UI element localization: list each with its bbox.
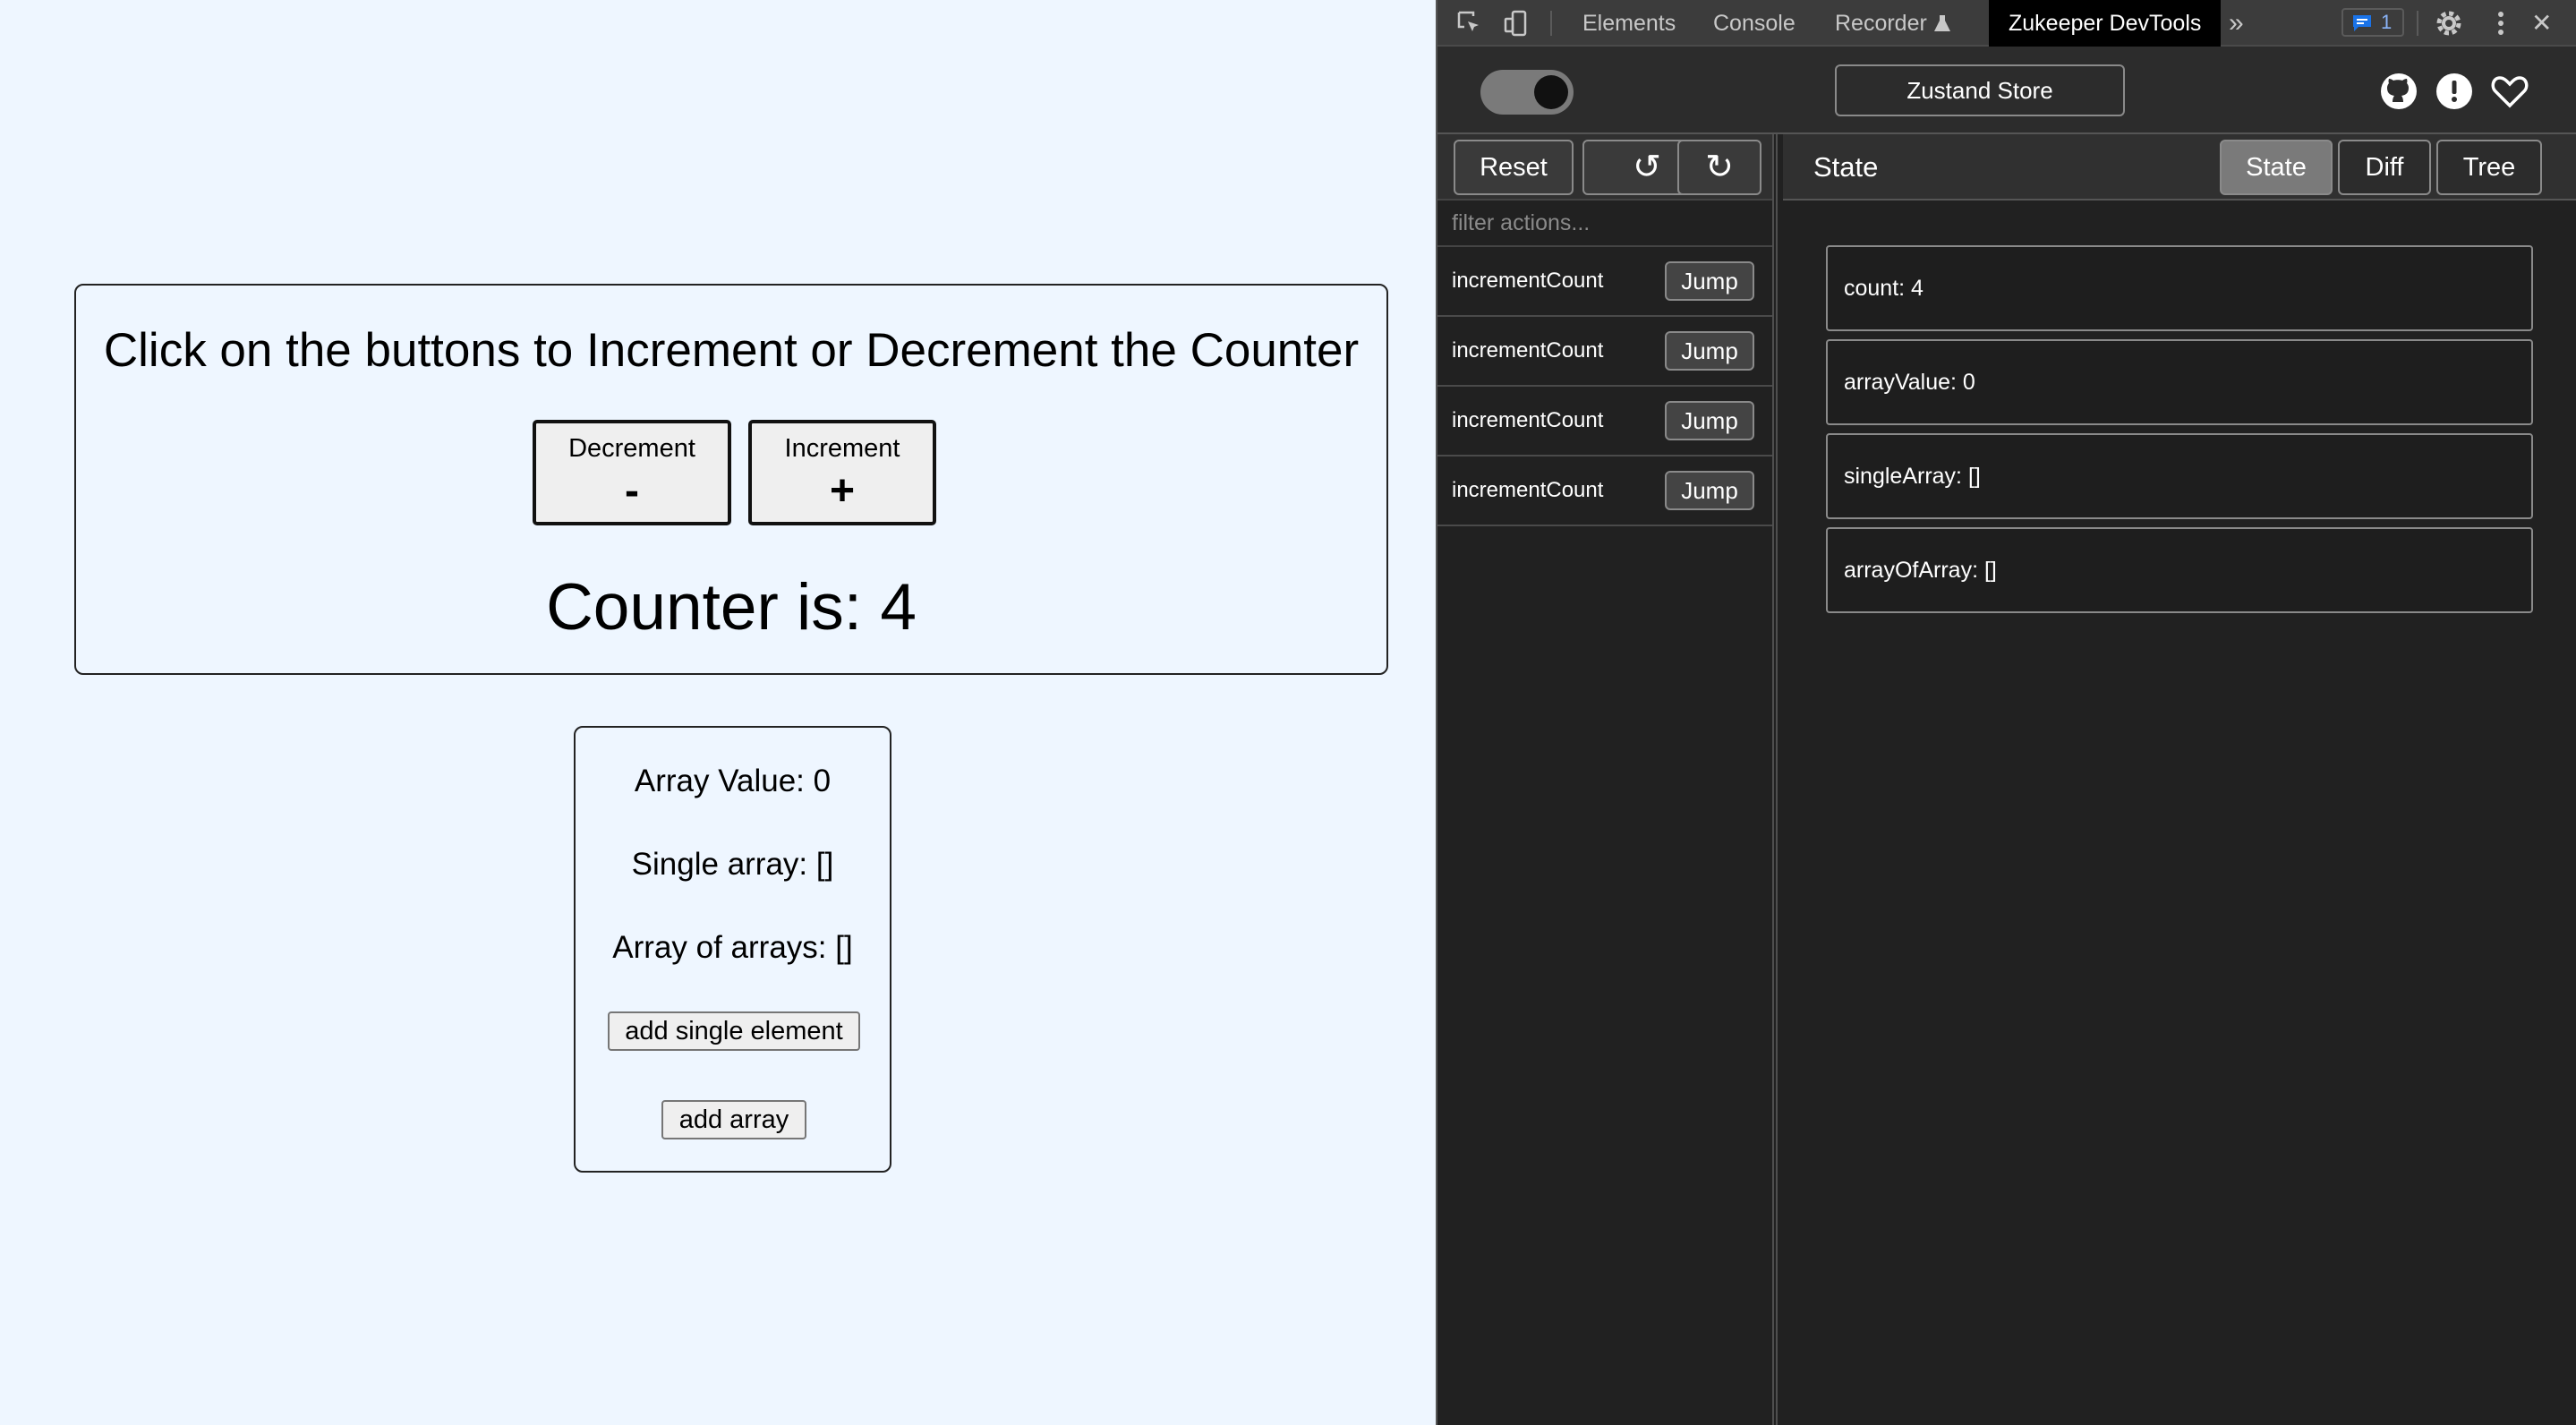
jump-button[interactable]: Jump <box>1665 471 1754 510</box>
tab-diff[interactable]: Diff <box>2338 140 2431 195</box>
devtools-panel: Elements Console Recorder Zukeeper DevTo… <box>1436 0 2576 1425</box>
state-item-count: count: 4 <box>1826 245 2533 331</box>
tab-recorder[interactable]: Recorder <box>1835 0 1951 47</box>
devtools-tabbar: Elements Console Recorder Zukeeper DevTo… <box>1437 0 2576 47</box>
tab-separator <box>2417 11 2418 36</box>
tab-recorder-label: Recorder <box>1835 11 1927 36</box>
tab-tree[interactable]: Tree <box>2436 140 2542 195</box>
state-item-singlearray: singleArray: [] <box>1826 433 2533 519</box>
array-of-arrays-text: Array of arrays: [] <box>612 930 853 965</box>
issue-alert-icon[interactable] <box>2435 72 2474 111</box>
enable-toggle[interactable] <box>1480 70 1574 115</box>
tab-separator <box>1550 11 1552 36</box>
reset-button[interactable]: Reset <box>1454 140 1574 195</box>
device-toolbar-icon[interactable] <box>1502 9 1531 38</box>
actions-toolbar: Reset ↺ ↻ <box>1437 134 1772 201</box>
actions-panel: Reset ↺ ↻ incrementCount Jump incrementC… <box>1437 134 1778 1425</box>
toggle-knob <box>1534 75 1568 109</box>
counter-value: Counter is: 4 <box>546 571 917 644</box>
action-item: incrementCount Jump <box>1437 317 1772 387</box>
state-title: State <box>1813 151 1879 183</box>
decrement-button[interactable]: Decrement - <box>533 420 731 525</box>
inspect-element-icon[interactable] <box>1455 9 1484 38</box>
add-single-element-button[interactable]: add single element <box>608 1011 860 1051</box>
state-toolbar: State State Diff Tree <box>1783 134 2576 201</box>
tab-elements[interactable]: Elements <box>1582 0 1676 47</box>
action-name: incrementCount <box>1452 478 1604 502</box>
jump-button[interactable]: Jump <box>1665 331 1754 371</box>
minus-icon: - <box>625 467 639 515</box>
message-icon <box>2353 15 2371 31</box>
increment-button[interactable]: Increment + <box>748 420 936 525</box>
action-item: incrementCount Jump <box>1437 387 1772 457</box>
decrement-label: Decrement <box>568 434 695 463</box>
more-tabs-icon[interactable]: » <box>2229 0 2244 47</box>
state-item-arrayofarray: arrayOfArray: [] <box>1826 527 2533 613</box>
plus-icon: + <box>829 467 856 515</box>
zukeeper-header: Zustand Store <box>1437 47 2576 134</box>
tab-console[interactable]: Console <box>1713 0 1796 47</box>
state-item-text: arrayOfArray: [] <box>1844 558 1997 583</box>
state-panel: State State Diff Tree count: 4 arrayValu… <box>1783 134 2576 1425</box>
counter-card: Click on the buttons to Increment or Dec… <box>74 284 1388 675</box>
zustand-store-button[interactable]: Zustand Store <box>1835 64 2125 116</box>
tab-zukeeper-devtools[interactable]: Zukeeper DevTools <box>1989 0 2222 47</box>
app-page: Click on the buttons to Increment or Dec… <box>0 0 1436 1425</box>
counter-title: Click on the buttons to Increment or Dec… <box>103 324 1360 377</box>
kebab-menu-icon[interactable] <box>2486 9 2515 38</box>
array-value-text: Array Value: 0 <box>634 764 832 798</box>
redo-icon[interactable]: ↻ <box>1677 140 1761 195</box>
tab-state[interactable]: State <box>2220 140 2333 195</box>
add-array-button[interactable]: add array <box>661 1100 806 1139</box>
heart-icon[interactable] <box>2490 72 2529 111</box>
filter-actions-input[interactable] <box>1437 201 1772 247</box>
state-item-arrayvalue: arrayValue: 0 <box>1826 339 2533 425</box>
jump-button[interactable]: Jump <box>1665 401 1754 440</box>
jump-button[interactable]: Jump <box>1665 261 1754 301</box>
state-item-text: count: 4 <box>1844 276 1923 301</box>
state-item-text: arrayValue: 0 <box>1844 370 1975 395</box>
increment-label: Increment <box>784 434 900 463</box>
close-devtools-icon[interactable]: ✕ <box>2531 0 2552 47</box>
state-item-text: singleArray: [] <box>1844 464 1981 489</box>
github-icon[interactable] <box>2379 72 2418 111</box>
array-card: Array Value: 0 Single array: [] Array of… <box>574 726 891 1173</box>
single-array-text: Single array: [] <box>631 847 834 882</box>
action-item: incrementCount Jump <box>1437 457 1772 526</box>
issues-count: 1 <box>2381 11 2393 33</box>
issues-badge[interactable]: 1 <box>2341 8 2404 37</box>
action-name: incrementCount <box>1452 269 1604 293</box>
flask-icon <box>1933 15 1950 31</box>
settings-gear-icon[interactable] <box>2435 9 2463 38</box>
action-name: incrementCount <box>1452 338 1604 363</box>
action-item: incrementCount Jump <box>1437 247 1772 317</box>
action-name: incrementCount <box>1452 408 1604 432</box>
